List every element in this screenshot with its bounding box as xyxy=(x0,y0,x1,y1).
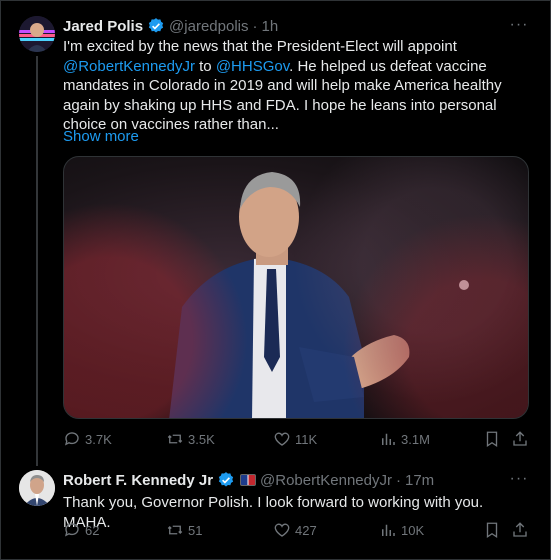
affiliation-badge-icon[interactable] xyxy=(240,474,257,486)
views-count: 10K xyxy=(401,522,425,538)
repost-icon xyxy=(167,525,183,535)
bookmark-icon xyxy=(486,522,498,539)
repost-count: 51 xyxy=(188,522,203,538)
like-count: 11K xyxy=(295,431,318,447)
reply-button[interactable]: 3.7K xyxy=(63,429,112,449)
repost-button[interactable]: 51 xyxy=(166,520,202,540)
bookmark-button[interactable] xyxy=(483,429,501,449)
more-icon[interactable]: ··· xyxy=(509,471,529,492)
views-button[interactable]: 3.1M xyxy=(379,429,430,449)
reply-count: 3.7K xyxy=(85,431,112,447)
like-icon xyxy=(274,523,290,537)
tweet-actions: 62 51 427 10K xyxy=(63,520,529,540)
repost-button[interactable]: 3.5K xyxy=(166,429,215,449)
verified-badge-icon xyxy=(147,17,165,35)
share-icon xyxy=(513,522,527,537)
reply-count: 62 xyxy=(85,522,100,538)
thread-connector-line xyxy=(36,56,38,466)
separator-dot: · xyxy=(252,17,258,35)
bookmark-button[interactable] xyxy=(483,520,501,540)
more-icon[interactable]: ··· xyxy=(509,17,529,38)
reply-button[interactable]: 62 xyxy=(63,520,99,540)
like-icon xyxy=(274,432,290,446)
tweet-photo[interactable] xyxy=(63,156,529,419)
author-handle[interactable]: @RobertKennedyJr xyxy=(260,472,392,489)
photo-background xyxy=(64,157,528,418)
show-more-link[interactable]: Show more xyxy=(63,128,139,145)
bookmark-icon xyxy=(486,431,498,448)
tweet-text: I'm excited by the news that the Preside… xyxy=(63,37,533,135)
verified-badge-icon xyxy=(217,471,235,489)
like-button[interactable]: 11K xyxy=(273,429,317,449)
reply-icon xyxy=(64,432,79,446)
share-icon xyxy=(513,431,527,446)
avatar-jared-polis[interactable] xyxy=(19,16,55,52)
views-icon xyxy=(382,433,395,445)
reply-icon xyxy=(64,523,79,537)
post-time[interactable]: 1h xyxy=(261,18,278,35)
mention-link[interactable]: @HHSGov xyxy=(216,58,289,75)
share-button[interactable] xyxy=(511,520,529,540)
text-segment: I'm excited by the news that the Preside… xyxy=(63,38,457,55)
views-icon xyxy=(382,524,395,536)
author-handle[interactable]: @jaredpolis xyxy=(169,18,248,35)
repost-count: 3.5K xyxy=(188,431,215,447)
post-time[interactable]: 17m xyxy=(405,472,434,489)
share-button[interactable] xyxy=(511,429,529,449)
author-name[interactable]: Jared Polis xyxy=(63,18,143,35)
tweet-header: Jared Polis @jaredpolis · 1h xyxy=(63,16,278,36)
views-button[interactable]: 10K xyxy=(379,520,424,540)
author-name[interactable]: Robert F. Kennedy Jr xyxy=(63,472,213,489)
repost-icon xyxy=(167,434,183,444)
like-count: 427 xyxy=(295,522,317,538)
mention-link[interactable]: @RobertKennedyJr xyxy=(63,58,195,75)
avatar-robert-kennedy-jr[interactable] xyxy=(19,470,55,506)
text-segment: to xyxy=(194,57,216,75)
views-count: 3.1M xyxy=(401,431,430,447)
tweet-actions: 3.7K 3.5K 11K 3.1M xyxy=(63,429,529,449)
tweet-header: Robert F. Kennedy Jr @RobertKennedyJr · … xyxy=(63,470,434,490)
separator-dot: · xyxy=(396,471,401,489)
like-button[interactable]: 427 xyxy=(273,520,317,540)
